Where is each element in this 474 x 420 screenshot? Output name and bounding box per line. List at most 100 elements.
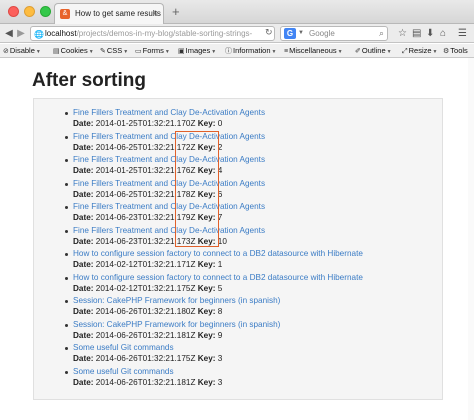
date-label: Date: [73,236,94,246]
window-zoom-button[interactable] [40,6,51,17]
tab-close-icon[interactable]: × [153,8,158,18]
item-title-link[interactable]: Session: CakePHP Framework for beginners… [73,296,280,305]
browser-tab[interactable]: & How to get same results ... × [54,3,164,24]
date-label: Date: [73,213,94,222]
page-title: After sorting [32,70,146,91]
list-item: Session: CakePHP Framework for beginners… [34,293,442,317]
devbar-label: Miscellaneous [289,46,337,55]
scrollbar-track[interactable] [468,58,474,420]
item-key: 1 [217,260,223,269]
item-title-link[interactable]: Fine Fillers Treatment and Clay De-Activ… [73,226,265,235]
devbar-resize[interactable]: ⤢Resize▼ [402,46,438,56]
item-date: 2014-06-26T01:32:21.175Z [95,354,196,363]
devbar-information[interactable]: ⓘInformation▼ [225,46,276,56]
item-title-link[interactable]: Fine Fillers Treatment and Clay De-Activ… [73,202,265,211]
list-item: Fine Fillers Treatment and Clay De-Activ… [34,129,442,153]
date-label: Date: [73,377,94,387]
item-key: 5 [217,283,223,293]
date-label: Date: [73,354,94,363]
item-title-link[interactable]: Some useful Git commands [73,343,174,352]
bullet-icon [65,206,68,209]
item-title-link[interactable]: Fine Fillers Treatment and Clay De-Activ… [73,155,265,164]
item-date: 2014-01-25T01:32:21.176Z [95,166,196,175]
list-item: Some useful Git commands Date: 2014-06-26… [34,364,442,388]
chevron-down-icon: ▼ [337,49,343,55]
window-minimize-button[interactable] [24,6,35,17]
key-label: Key: [197,142,216,152]
item-title-link[interactable]: Fine Fillers Treatment and Clay De-Activ… [73,179,265,188]
item-date: 2014-06-23T01:32:21.179Z [95,213,196,222]
back-arrow-icon[interactable]: ◀ [2,27,16,40]
devbar-disable[interactable]: ⊘Disable▼ [3,46,41,55]
chevron-down-icon: ▼ [164,49,170,55]
result-list: Fine Fillers Treatment and Clay De-Activ… [34,105,442,387]
item-date: 2014-02-12T01:32:21.171Z [95,260,196,269]
devbar-label: Cookies [60,46,88,55]
devbar-css[interactable]: ✎CSS▼ [100,46,128,55]
devbar-outline[interactable]: ✐Outline▼ [355,46,392,55]
key-label: Key: [197,236,216,246]
devbar-label: Information [233,46,271,55]
resize-icon: ⤢ [402,48,408,55]
item-title-link[interactable]: How to configure session factory to conn… [73,273,363,282]
info-icon: ⓘ [225,48,232,55]
item-meta: Date: 2014-06-26T01:32:21.181Z Key: 3 [73,378,222,387]
date-label: Date: [73,119,94,128]
window-close-button[interactable] [8,6,19,17]
download-icon[interactable]: ⬇ [426,27,434,40]
devbar-label: Resize [408,46,432,55]
item-date: 2014-06-26T01:32:21.180Z [95,307,196,316]
bookmark-star-icon[interactable]: ☆ [398,27,407,40]
list-item: Fine Fillers Treatment and Clay De-Activ… [34,105,442,129]
devbar-label: Disable [9,46,35,55]
item-title-link[interactable]: How to configure session factory to conn… [73,249,363,258]
date-label: Date: [73,189,94,199]
forms-icon: ▭ [135,48,142,55]
tab-title: How to get same results ... [75,9,164,18]
bullet-icon [65,370,68,374]
bullet-icon [65,182,68,186]
home-icon[interactable]: ⌂ [440,27,446,40]
devbar-images[interactable]: ▣Images▼ [178,46,216,55]
reload-icon[interactable]: ↻ [265,27,273,38]
devbar-miscellaneous[interactable]: ≡Miscellaneous▼ [284,46,343,55]
item-key: 7 [217,213,223,222]
new-tab-button[interactable]: + [172,4,180,19]
tab-favicon-icon: & [60,9,70,19]
google-icon[interactable]: G [284,28,296,39]
devbar-label: Outline [361,46,386,55]
item-date: 2014-06-26T01:32:21.181Z [95,330,196,340]
list-item: Fine Fillers Treatment and Clay De-Activ… [34,199,442,223]
list-item: Fine Fillers Treatment and Clay De-Activ… [34,152,442,176]
devbar-cookies[interactable]: ▤Cookies▼ [53,46,94,55]
chevron-down-icon: ▼ [88,49,94,55]
devbar-label: Tools [450,46,468,55]
devbar-forms[interactable]: ▭Forms▼ [135,46,170,55]
hamburger-menu-icon[interactable]: ☰ [458,27,467,40]
item-meta: Date: 2014-06-26T01:32:21.180Z Key: 8 [73,307,222,316]
item-meta: Date: 2014-01-25T01:32:21.170Z Key: 0 [73,119,222,128]
item-title-link[interactable]: Some useful Git commands [73,367,174,376]
date-label: Date: [73,166,94,175]
item-title-link[interactable]: Fine Fillers Treatment and Clay De-Activ… [73,108,265,117]
item-meta: Date: 2014-02-12T01:32:21.171Z Key: 1 [73,260,222,269]
url-bar[interactable]: 🌐 localhost/projects/demos-in-my-blog/st… [30,26,275,41]
search-engine-caret-icon[interactable]: ▼ [298,27,304,40]
item-meta: Date: 2014-06-26T01:32:21.175Z Key: 3 [73,354,222,363]
outline-icon: ✐ [355,48,361,55]
search-bar[interactable]: G ▼ Google ⌕ [280,26,388,41]
devbar-tools[interactable]: ⚙Tools [443,46,468,55]
search-icon[interactable]: ⌕ [379,27,384,40]
bullet-icon [65,229,68,233]
bullet-icon [65,347,68,350]
bullet-icon [65,300,68,303]
bullet-icon [65,323,68,327]
bookmarks-list-icon[interactable]: ▤ [412,27,421,40]
item-title-link[interactable]: Fine Fillers Treatment and Clay De-Activ… [73,132,265,141]
forward-arrow-icon[interactable]: ▶ [15,27,27,40]
item-title-link[interactable]: Session: CakePHP Framework for beginners… [73,320,280,329]
devbar-label: CSS [106,46,123,55]
key-label: Key: [197,166,216,175]
item-meta: Date: 2014-06-23T01:32:21.173Z Key: 10 [73,237,227,246]
item-key: 8 [217,307,223,316]
